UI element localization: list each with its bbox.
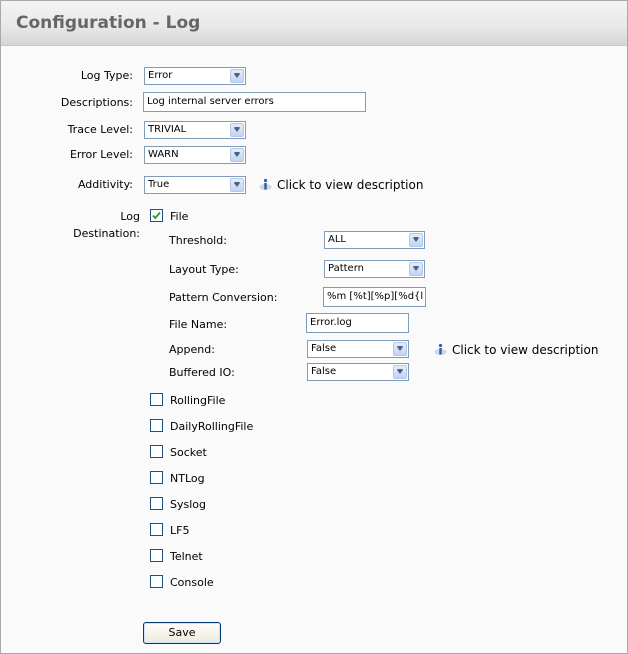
chevron-down-icon[interactable] — [393, 365, 407, 379]
chevron-down-icon[interactable] — [230, 123, 244, 137]
pattern-conversion-input[interactable]: %m [%t][%p][%d{l — [323, 287, 426, 307]
file-name-input[interactable]: Error.log — [306, 313, 409, 333]
lf5-checkbox[interactable] — [150, 523, 163, 536]
error-level-select[interactable]: WARN — [144, 146, 246, 164]
log-type-label: Log Type: — [80, 69, 133, 82]
telnet-checkbox[interactable] — [150, 549, 163, 562]
additivity-info-text: Click to view description — [277, 178, 424, 192]
rollingfile-checkbox[interactable] — [150, 393, 163, 406]
dailyrollingfile-checkbox-label: DailyRollingFile — [170, 420, 254, 433]
trace-level-label: Trace Level: — [67, 123, 133, 136]
additivity-label: Additivity: — [77, 178, 133, 191]
file-checkbox[interactable] — [150, 209, 163, 222]
dailyrollingfile-checkbox[interactable] — [150, 419, 163, 432]
additivity-info-link[interactable]: Click to view description — [259, 178, 423, 192]
descriptions-label: Descriptions: — [60, 96, 133, 109]
syslog-checkbox[interactable] — [150, 497, 163, 510]
chevron-down-icon[interactable] — [230, 69, 244, 83]
page-title: Configuration - Log — [16, 13, 201, 33]
ntlog-checkbox[interactable] — [150, 471, 163, 484]
telnet-checkbox-label: Telnet — [170, 550, 203, 563]
chevron-down-icon[interactable] — [230, 148, 244, 162]
buffered-io-label: Buffered IO: — [169, 366, 235, 379]
threshold-select[interactable]: ALL — [324, 231, 425, 249]
layout-type-select[interactable]: Pattern — [324, 260, 425, 278]
lf5-checkbox-label: LF5 — [170, 524, 190, 537]
info-icon — [434, 343, 447, 356]
socket-checkbox[interactable] — [150, 445, 163, 458]
syslog-checkbox-label: Syslog — [170, 498, 206, 511]
console-checkbox[interactable] — [150, 575, 163, 588]
error-level-label: Error Level: — [69, 148, 133, 161]
socket-checkbox-label: Socket — [170, 446, 207, 459]
descriptions-input[interactable]: Log internal server errors — [143, 92, 366, 112]
ntlog-checkbox-label: NTLog — [170, 472, 205, 485]
log-type-value: Error — [148, 70, 173, 81]
additivity-value: True — [148, 179, 170, 190]
append-info-text: Click to view description — [452, 343, 599, 357]
chevron-down-icon[interactable] — [230, 178, 244, 192]
threshold-label: Threshold: — [169, 234, 227, 247]
pattern-conversion-label: Pattern Conversion: — [169, 291, 278, 304]
chevron-down-icon[interactable] — [409, 262, 423, 276]
buffered-io-value: False — [311, 366, 337, 377]
additivity-select[interactable]: True — [144, 176, 246, 194]
file-checkbox-label: File — [170, 210, 189, 223]
append-value: False — [311, 343, 337, 354]
save-button[interactable]: Save — [143, 622, 221, 644]
append-label: Append: — [169, 343, 215, 356]
layout-type-label: Layout Type: — [169, 263, 239, 276]
append-info-link[interactable]: Click to view description — [434, 343, 598, 357]
layout-type-value: Pattern — [328, 263, 364, 274]
log-destination-label-line1: Log — [120, 210, 140, 223]
buffered-io-select[interactable]: False — [307, 363, 409, 381]
chevron-down-icon[interactable] — [409, 233, 423, 247]
checkmark-icon — [152, 211, 161, 220]
trace-level-select[interactable]: TRIVIAL — [144, 121, 246, 139]
page-header: Configuration - Log — [1, 1, 627, 46]
log-type-select[interactable]: Error — [144, 67, 246, 85]
trace-level-value: TRIVIAL — [148, 124, 187, 135]
log-destination-label-line2: Destination: — [73, 227, 140, 240]
console-checkbox-label: Console — [170, 576, 214, 589]
threshold-value: ALL — [328, 234, 346, 245]
rollingfile-checkbox-label: RollingFile — [170, 394, 226, 407]
chevron-down-icon[interactable] — [393, 342, 407, 356]
file-name-label: File Name: — [169, 318, 228, 331]
append-select[interactable]: False — [307, 340, 409, 358]
info-icon — [259, 178, 272, 191]
error-level-value: WARN — [148, 149, 179, 160]
